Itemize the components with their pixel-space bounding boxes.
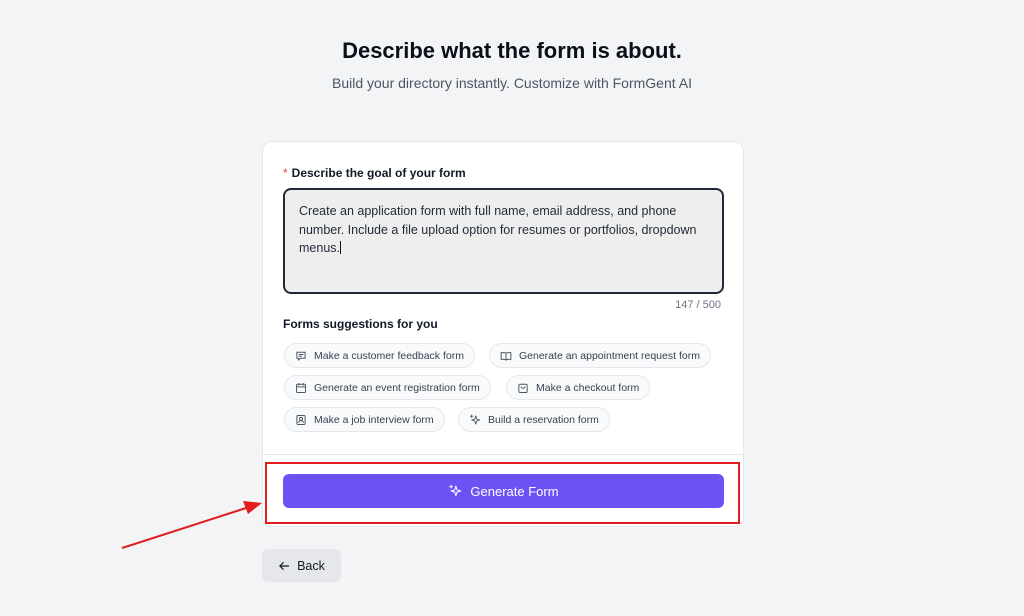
back-button[interactable]: Back bbox=[262, 549, 341, 582]
suggestion-label: Generate an appointment request form bbox=[519, 349, 700, 362]
card-divider bbox=[263, 454, 743, 455]
generate-form-button[interactable]: Generate Form bbox=[283, 474, 724, 508]
goal-label-text: Describe the goal of your form bbox=[291, 166, 466, 180]
bag-icon bbox=[518, 383, 528, 393]
suggestion-label: Make a job interview form bbox=[314, 413, 434, 426]
goal-textarea-value: Create an application form with full nam… bbox=[299, 204, 697, 255]
arrow-left-icon bbox=[279, 561, 290, 570]
page-subtitle: Build your directory instantly. Customiz… bbox=[332, 75, 692, 91]
page-title: Describe what the form is about. bbox=[342, 38, 682, 63]
back-label: Back bbox=[297, 558, 325, 573]
suggestions-title: Forms suggestions for you bbox=[283, 317, 438, 331]
suggestion-appointment-request[interactable]: Generate an appointment request form bbox=[489, 343, 711, 368]
suggestion-job-interview[interactable]: Make a job interview form bbox=[284, 407, 445, 432]
goal-field-label: * Describe the goal of your form bbox=[283, 166, 466, 180]
suggestion-label: Build a reservation form bbox=[488, 413, 599, 426]
form-card: * Describe the goal of your form Create a… bbox=[262, 141, 744, 527]
suggestion-label: Make a customer feedback form bbox=[314, 349, 464, 362]
id-badge-icon bbox=[296, 414, 306, 425]
suggestion-customer-feedback[interactable]: Make a customer feedback form bbox=[284, 343, 475, 368]
calendar-icon bbox=[296, 382, 306, 393]
text-caret bbox=[340, 241, 341, 254]
required-mark: * bbox=[283, 166, 288, 180]
suggestion-checkout[interactable]: Make a checkout form bbox=[506, 375, 651, 400]
sparkle-icon bbox=[449, 484, 462, 497]
sparkle-icon bbox=[470, 414, 481, 425]
book-icon bbox=[500, 351, 512, 361]
goal-textarea[interactable]: Create an application form with full nam… bbox=[283, 188, 724, 294]
suggestion-reservation[interactable]: Build a reservation form bbox=[458, 407, 610, 432]
chat-icon bbox=[296, 351, 306, 361]
generate-form-label: Generate Form bbox=[470, 483, 559, 499]
suggestion-event-registration[interactable]: Generate an event registration form bbox=[284, 375, 491, 400]
suggestion-label: Make a checkout form bbox=[536, 381, 640, 394]
character-counter: 147 / 500 bbox=[675, 299, 721, 311]
suggestion-label: Generate an event registration form bbox=[314, 381, 480, 394]
